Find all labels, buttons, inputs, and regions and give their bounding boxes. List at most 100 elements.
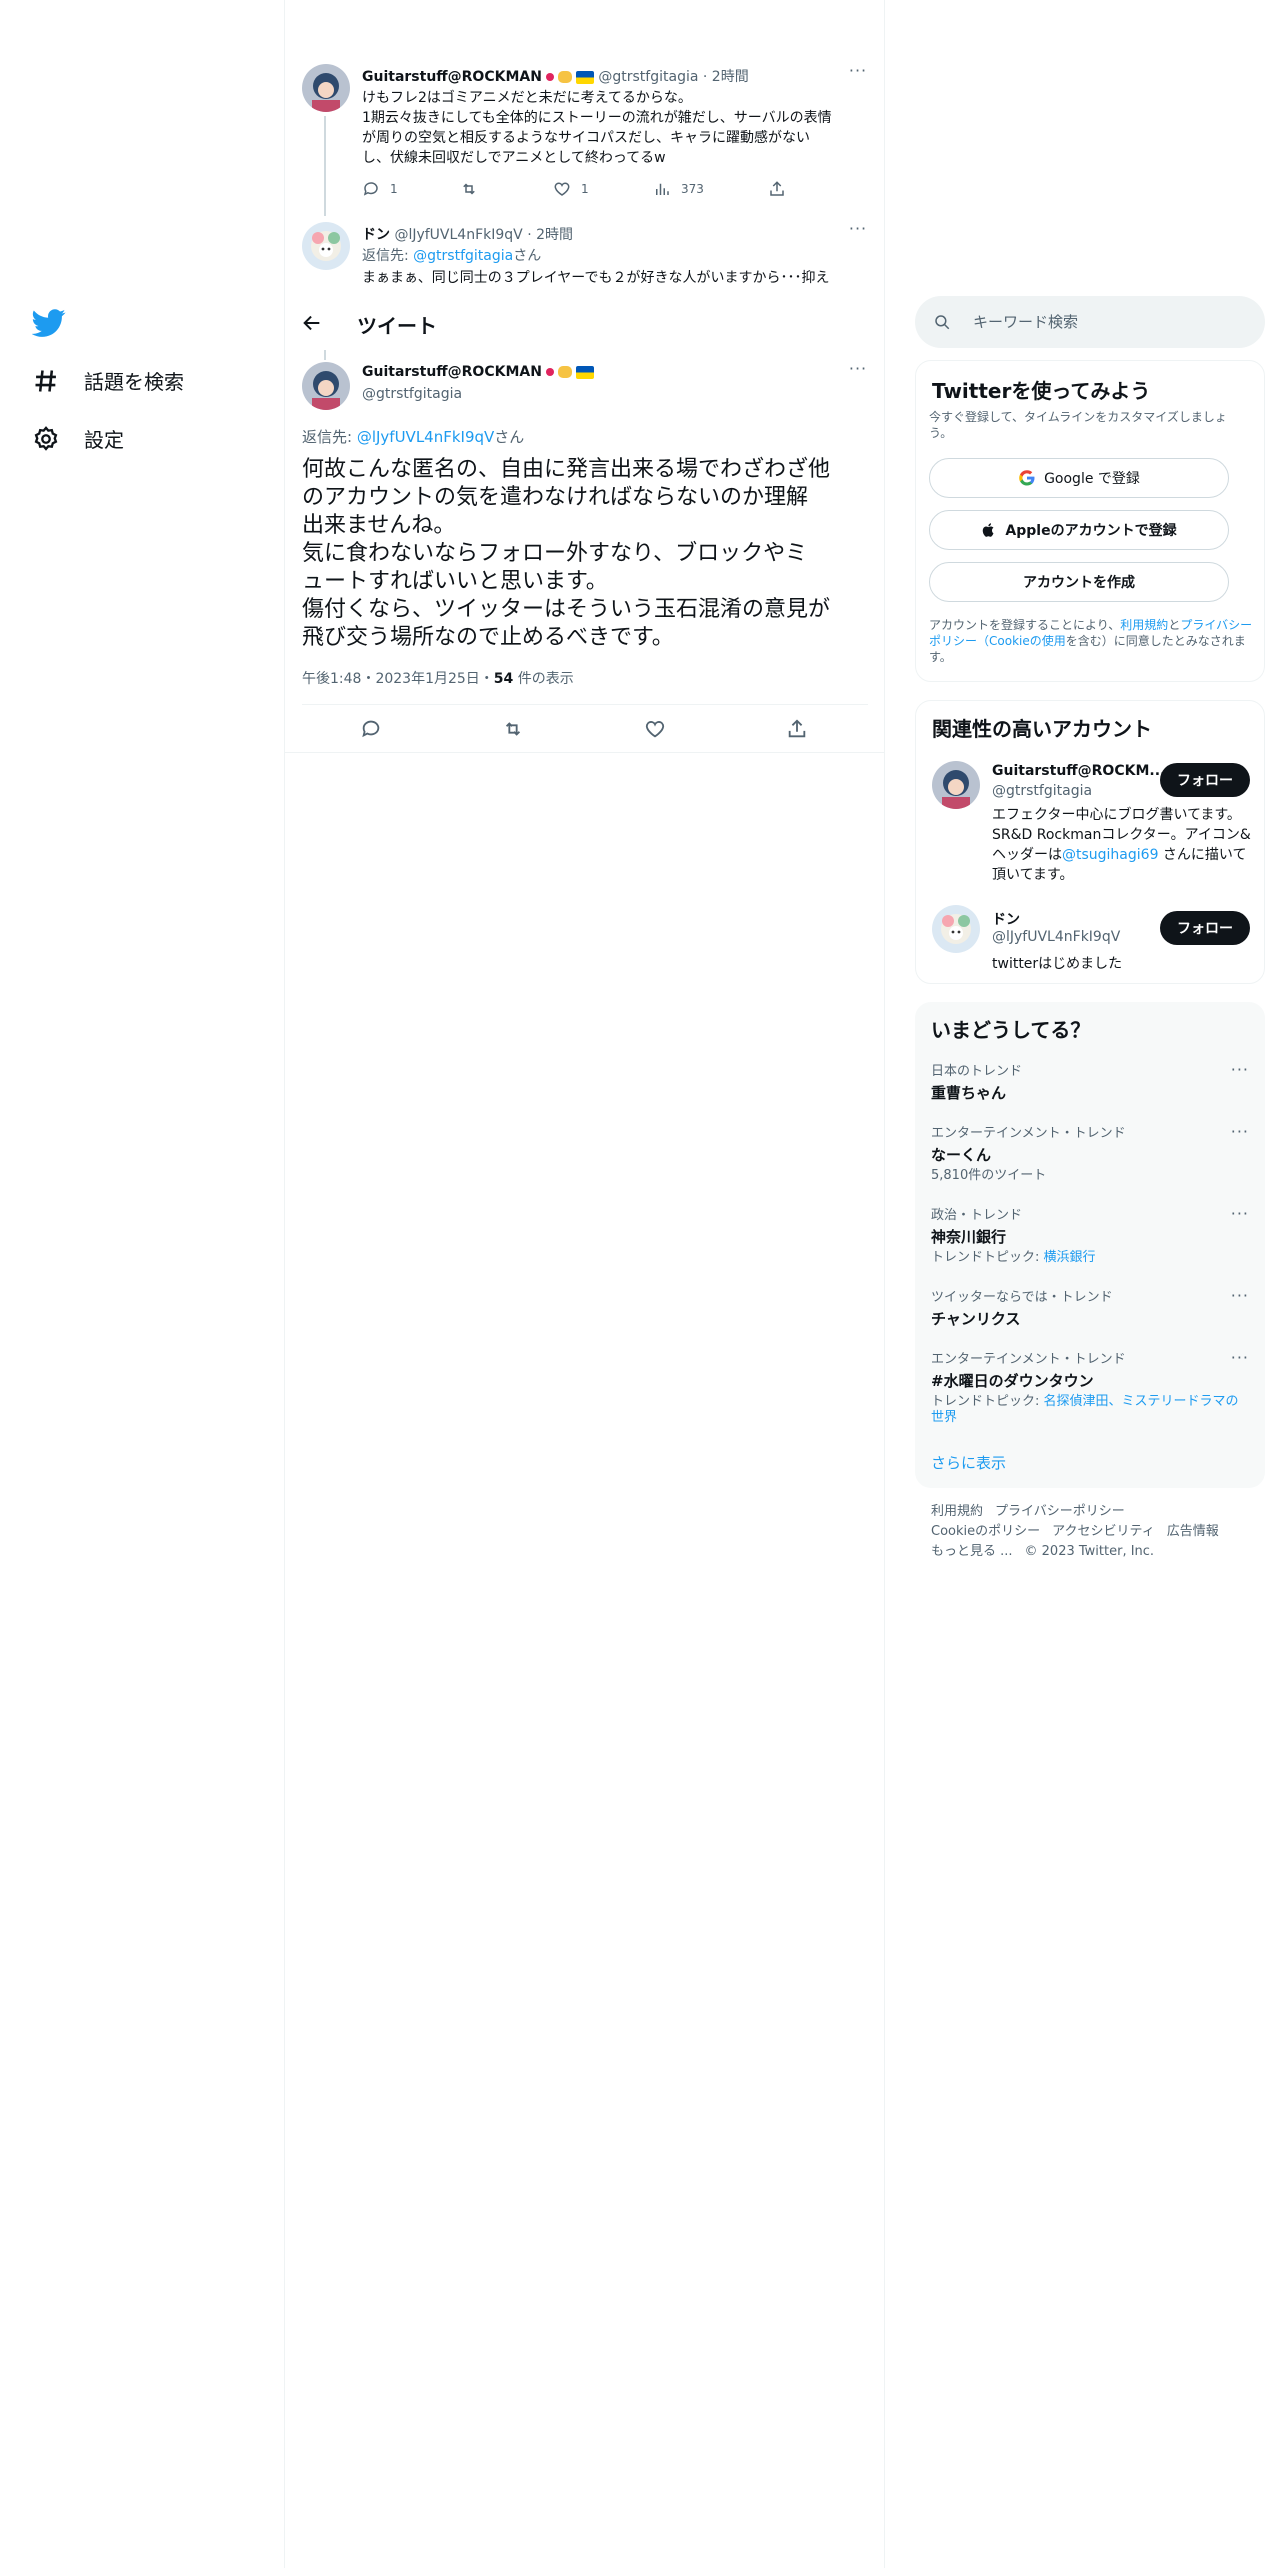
nav-explore[interactable]: 話題を検索 (32, 366, 184, 395)
hashtag-icon (35, 369, 56, 392)
trend-title: 重曹ちゃん (931, 1084, 1007, 1102)
terms-and: と (1168, 618, 1181, 632)
bio-mention-link[interactable]: @tsugihagi69 (1062, 847, 1158, 863)
share-icon (788, 719, 806, 738)
trend-item[interactable]: ツイッターならでは・トレンド チャンリクス ··· (931, 1286, 1251, 1329)
follow-button[interactable]: フォロー (1160, 911, 1250, 945)
tweet-text: けもフレ2はゴミアニメだと未だに考えてるからな。 1期云々抜きにしても全体的にス… (362, 88, 862, 168)
related-title: 関連性の高いアカウント (932, 717, 1152, 741)
tweet-line: 傷付くなら、ツイッターはそういう玉石混淆の意見が (302, 597, 831, 622)
footer-accessibility-link[interactable]: アクセシビリティ (1052, 1524, 1155, 1539)
trend-item[interactable]: エンターテインメント・トレンド #水曜日のダウンタウン トレンドトピック: 名探… (931, 1348, 1251, 1426)
footer-more-link[interactable]: もっと見る ... (931, 1544, 1013, 1559)
back-arrow-icon[interactable] (301, 312, 323, 334)
reply-context: 返信先: @gtrstfgitagiaさん (362, 246, 862, 266)
like-icon (554, 182, 570, 196)
reply-count: 1 (390, 182, 398, 196)
trend-meta: エンターテインメント・トレンド (931, 1126, 1126, 1141)
trend-topic-link[interactable]: 横浜銀行 (1044, 1250, 1096, 1265)
trend-topic-prefix: トレンドトピック: (931, 1394, 1044, 1409)
apple-icon (983, 523, 994, 537)
more-icon[interactable]: ··· (1231, 1122, 1249, 1141)
reply-button[interactable]: 1 (362, 180, 398, 198)
tweet-time[interactable]: 2時間 (536, 227, 573, 243)
reply-to-link[interactable]: @lJyfUVL4nFkI9qV (357, 428, 494, 446)
search-box[interactable] (915, 296, 1265, 348)
trend-item[interactable]: 政治・トレンド 神奈川銀行 トレンドトピック: 横浜銀行 ··· (931, 1204, 1251, 1266)
account-handle[interactable]: @gtrstfgitagia (992, 783, 1092, 799)
account-name[interactable]: ドン (992, 909, 1020, 929)
google-signup-button[interactable]: Google で登録 (929, 458, 1229, 498)
author-name[interactable]: ドン (362, 227, 390, 243)
reply-icon (362, 720, 380, 738)
footer-ads-link[interactable]: 広告情報 (1167, 1524, 1219, 1539)
account-name[interactable]: Guitarstuff@ROCKM... (992, 763, 1165, 779)
author-handle[interactable]: @gtrstfgitagia (362, 386, 462, 402)
tweet-line: 何故こんな匿名の、自由に発言出来る場でわざわざ他 (302, 457, 831, 482)
more-icon[interactable]: ··· (848, 63, 868, 86)
account-bio: twitterはじめました (992, 956, 1123, 972)
nav-settings[interactable]: 設定 (32, 424, 124, 453)
reply-context: 返信先: @lJyfUVL4nFkI9qVさん (302, 426, 524, 447)
timestamp-text[interactable]: 午後1:48・2023年1月25日・ (302, 671, 494, 687)
tweet-time[interactable]: 2時間 (712, 69, 749, 85)
share-button[interactable] (768, 180, 786, 198)
thread-line (324, 350, 326, 360)
more-icon[interactable]: ··· (848, 221, 868, 244)
author-handle[interactable]: @gtrstfgitagia (598, 69, 698, 85)
trend-meta: エンターテインメント・トレンド (931, 1352, 1126, 1367)
avatar[interactable] (932, 761, 980, 809)
more-icon[interactable]: ··· (848, 361, 868, 384)
more-icon[interactable]: ··· (1231, 1286, 1249, 1305)
avatar[interactable] (302, 362, 350, 410)
main-column: Guitarstuff@ROCKMAN @gtrstfgitagia · 2時間… (285, 0, 884, 2568)
trend-title: #水曜日のダウンタウン (931, 1372, 1094, 1390)
share-button[interactable] (786, 718, 808, 740)
trend-count: 5,810件のツイート (931, 1168, 1047, 1183)
ukraine-flag-icon (575, 365, 594, 379)
author-name[interactable]: Guitarstuff@ROCKMAN (362, 364, 542, 380)
more-icon[interactable]: ··· (1231, 1060, 1249, 1079)
terms-link[interactable]: 利用規約 (1120, 618, 1168, 632)
trend-topic-prefix: トレンドトピック: (931, 1250, 1044, 1265)
avatar[interactable] (302, 64, 350, 112)
avatar[interactable] (302, 222, 350, 270)
signup-title: Twitterを使ってみよう (932, 379, 1151, 403)
divider (285, 752, 884, 753)
twitter-logo-icon[interactable] (31, 306, 66, 340)
trend-topic: トレンドトピック: 横浜銀行 (931, 1250, 1251, 1266)
reply-to-link[interactable]: @gtrstfgitagia (413, 248, 513, 264)
author-name[interactable]: Guitarstuff@ROCKMAN (362, 69, 542, 85)
footer-cookie-link[interactable]: Cookieのポリシー (931, 1524, 1040, 1539)
author-handle[interactable]: @lJyfUVL4nFkI9qV (394, 227, 522, 243)
page-title: ツイート (357, 314, 437, 338)
footer-privacy-link[interactable]: プライバシーポリシー (995, 1504, 1125, 1519)
retweet-button[interactable] (460, 180, 478, 198)
tweet-line: し、伏線未回収だしでアニメとして終わってるw (362, 150, 666, 166)
retweet-button[interactable] (502, 718, 524, 740)
views-count: 54 (493, 671, 514, 687)
reply-button[interactable] (360, 718, 382, 740)
create-account-button[interactable]: アカウントを作成 (929, 562, 1229, 602)
signup-terms: アカウントを登録することにより、利用規約とプライバシーポリシー（Cookieの使… (929, 617, 1253, 665)
more-icon[interactable]: ··· (1231, 1204, 1249, 1223)
views-button[interactable]: 373 (653, 180, 704, 198)
footer-terms-link[interactable]: 利用規約 (931, 1504, 983, 1519)
terms-prefix: アカウントを登録することにより、 (929, 618, 1121, 632)
search-icon (935, 315, 950, 330)
trend-item[interactable]: 日本のトレンド 重曹ちゃん ··· (931, 1060, 1251, 1103)
like-button[interactable] (644, 718, 666, 740)
tweet-line: 飛び交う場所なので止めるべきです。 (302, 625, 674, 650)
reply-prefix: 返信先: (362, 248, 414, 264)
search-input[interactable] (973, 313, 1233, 331)
more-icon[interactable]: ··· (1231, 1348, 1249, 1367)
trend-title: チャンリクス (931, 1310, 1021, 1328)
like-button[interactable]: 1 (553, 180, 589, 198)
avatar[interactable] (932, 905, 980, 953)
trend-item[interactable]: エンターテインメント・トレンド なーくん 5,810件のツイート ··· (931, 1122, 1251, 1184)
apple-signup-button[interactable]: Appleのアカウントで登録 (929, 510, 1229, 550)
follow-button[interactable]: フォロー (1160, 763, 1250, 797)
show-more-link[interactable]: さらに表示 (931, 1452, 1006, 1473)
account-handle[interactable]: @lJyfUVL4nFkI9qV (992, 929, 1120, 945)
thread-line (324, 116, 326, 216)
